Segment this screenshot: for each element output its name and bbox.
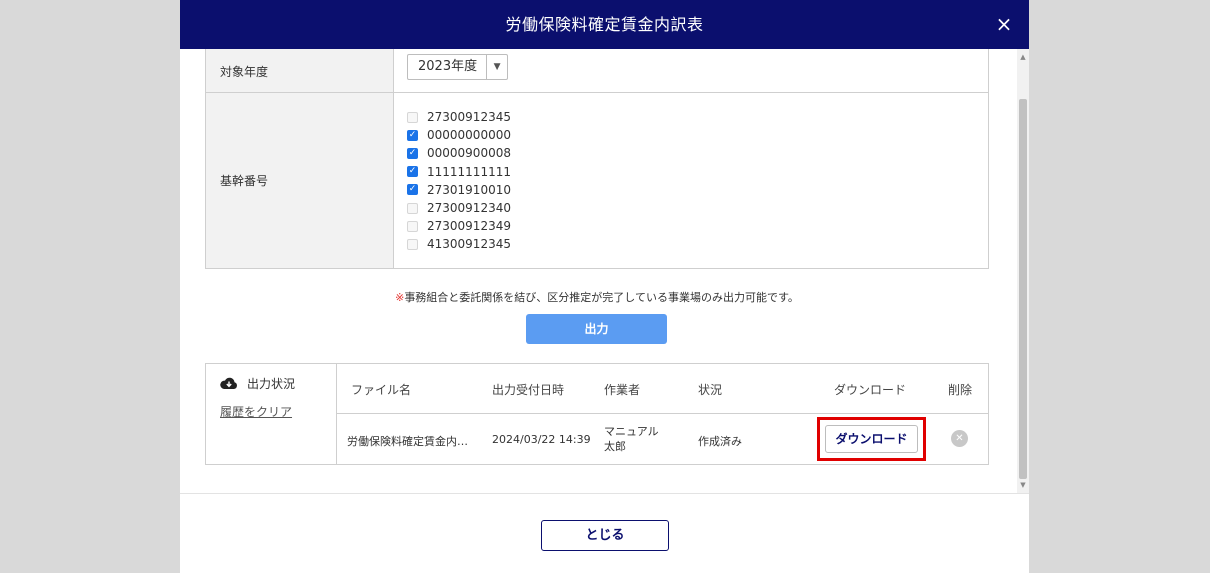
status-title: 出力状況 (220, 375, 295, 392)
status-list: ファイル名 出力受付日時 作業者 状況 ダウンロード 削除 労働保険料確定賃金内… (337, 364, 988, 464)
table-header-row: ファイル名 出力受付日時 作業者 状況 ダウンロード 削除 (337, 364, 988, 414)
scroll-up-icon[interactable]: ▲ (1017, 51, 1029, 63)
base-number-text: 27300912340 (427, 201, 511, 216)
delete-icon[interactable]: ✕ (951, 430, 968, 447)
form-row-year: 対象年度 2023年度 ▼ (206, 49, 988, 92)
scroll-down-icon[interactable]: ▼ (1017, 479, 1029, 491)
checkbox[interactable]: ✓ (407, 129, 418, 141)
base-number-item[interactable]: 27300912349 (407, 217, 988, 235)
base-number-item[interactable]: ✓ 11111111111 (407, 163, 988, 181)
checkbox[interactable] (407, 220, 418, 232)
base-number-text: 41300912345 (427, 237, 511, 252)
base-number-item[interactable]: ✓ 00000900008 (407, 144, 988, 162)
received-time-cell: 2024/03/22 14:39 (492, 433, 591, 446)
checkbox[interactable]: ✓ (407, 184, 418, 196)
base-number-label: 基幹番号 (206, 93, 394, 268)
output-notice: ※事務組合と委託関係を結び、区分推定が完了している事業場のみ出力可能です。 (180, 289, 1014, 305)
base-number-text: 11111111111 (427, 164, 511, 179)
base-number-text: 27300912345 (427, 110, 511, 125)
checkbox[interactable] (407, 238, 418, 250)
base-number-item[interactable]: 27300912340 (407, 199, 988, 217)
base-number-text: 00000900008 (427, 146, 511, 161)
worker-line-1: マニュアル (604, 425, 659, 438)
column-header-time: 出力受付日時 (492, 383, 565, 397)
status-side-panel: 出力状況 履歴をクリア (206, 364, 337, 464)
download-highlight-box: ダウンロード (817, 417, 926, 461)
base-number-text: 00000000000 (427, 128, 511, 143)
notice-mark: ※ (395, 291, 405, 304)
base-number-item[interactable]: 27300912345 (407, 108, 988, 126)
scrollbar-thumb[interactable] (1019, 99, 1027, 479)
base-number-item[interactable]: 41300912345 (407, 235, 988, 253)
column-header-file: ファイル名 (351, 383, 412, 397)
close-icon[interactable]: × (993, 13, 1015, 35)
modal-body[interactable]: 対象年度 2023年度 ▼ 基幹番号 27300912345 ✓ 00000000… (180, 49, 1029, 493)
year-value-cell: 2023年度 ▼ (394, 49, 988, 92)
column-header-state: 状況 (698, 383, 723, 397)
vertical-scrollbar[interactable]: ▲ ▼ (1017, 49, 1029, 493)
download-button[interactable]: ダウンロード (825, 425, 918, 453)
year-label: 対象年度 (206, 49, 394, 92)
checkbox[interactable] (407, 202, 418, 214)
modal-title: 労働保険料確定賃金内訳表 (505, 15, 704, 34)
checkbox[interactable]: ✓ (407, 147, 418, 159)
worker-cell: マニュアル 太郎 (604, 424, 659, 454)
base-number-text: 27300912349 (427, 219, 511, 234)
file-name-cell: 労働保険料確定賃金内… (347, 435, 468, 448)
cloud-download-icon (220, 377, 237, 389)
column-header-delete: 削除 (948, 383, 973, 397)
form-table: 対象年度 2023年度 ▼ 基幹番号 27300912345 ✓ 00000000… (205, 49, 989, 269)
clear-history-link[interactable]: 履歴をクリア (220, 403, 292, 420)
checkbox[interactable]: ✓ (407, 166, 418, 178)
year-select-value: 2023年度 (408, 55, 488, 79)
base-number-item[interactable]: ✓ 27301910010 (407, 181, 988, 199)
worker-line-2: 太郎 (604, 440, 626, 453)
output-status-table: 出力状況 履歴をクリア ファイル名 出力受付日時 作業者 状況 ダウンロード 削… (205, 363, 989, 465)
caret-down-icon[interactable]: ▼ (487, 55, 507, 79)
column-header-worker: 作業者 (604, 383, 641, 397)
year-select[interactable]: 2023年度 ▼ (407, 54, 509, 80)
form-row-base-number: 基幹番号 27300912345 ✓ 00000000000 ✓ 000009000… (206, 92, 988, 268)
column-header-download: ダウンロード (834, 383, 907, 397)
table-row: 労働保険料確定賃金内… 2024/03/22 14:39 マニュアル太郎 作成済… (337, 414, 988, 464)
status-title-text: 出力状況 (247, 377, 296, 391)
base-number-item[interactable]: ✓ 00000000000 (407, 126, 988, 144)
base-number-list: 27300912345 ✓ 00000000000 ✓ 00000900008 ✓ 1… (407, 93, 988, 254)
state-cell: 作成済み (698, 435, 742, 448)
output-button[interactable]: 出力 (526, 314, 667, 344)
base-number-cell: 27300912345 ✓ 00000000000 ✓ 00000900008 ✓ 1… (394, 93, 988, 268)
notice-text: 事務組合と委託関係を結び、区分推定が完了している事業場のみ出力可能です。 (404, 291, 799, 304)
footer-divider (180, 493, 1029, 494)
modal-header: 労働保険料確定賃金内訳表 × (180, 0, 1029, 49)
base-number-text: 27301910010 (427, 182, 511, 197)
close-button[interactable]: とじる (541, 520, 669, 551)
modal-dialog: 労働保険料確定賃金内訳表 × 対象年度 2023年度 ▼ 基幹番号 273009… (180, 0, 1029, 573)
checkbox[interactable] (407, 111, 418, 123)
